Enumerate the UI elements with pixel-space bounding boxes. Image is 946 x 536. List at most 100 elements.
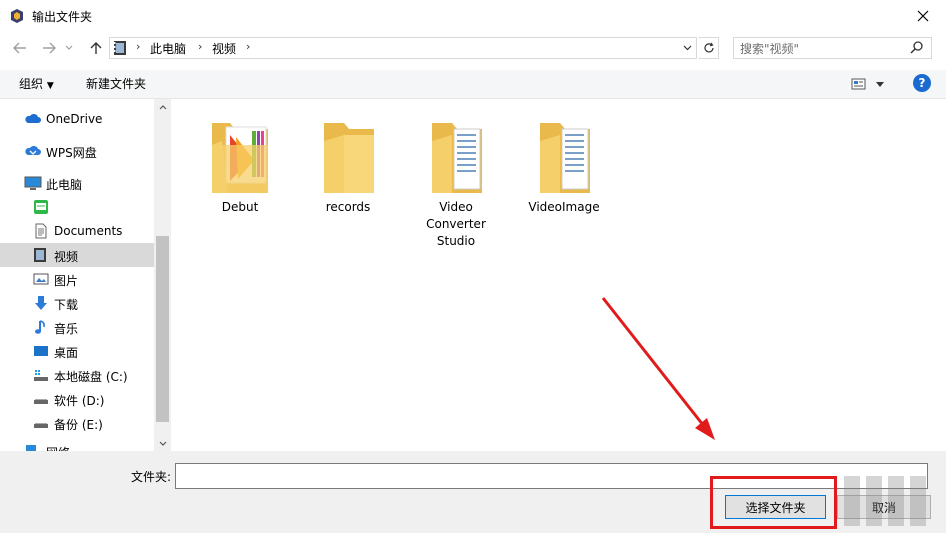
sidebar-item-label: Documents	[54, 224, 123, 238]
caret-down-icon: ▼	[46, 81, 54, 91]
scroll-down-button[interactable]	[154, 436, 171, 450]
arrow-up-icon	[90, 42, 102, 54]
wps-cloud-icon	[24, 143, 41, 159]
desktop-icon	[33, 343, 49, 359]
select-folder-button[interactable]: 选择文件夹	[725, 495, 826, 519]
sidebar-item-network[interactable]: 网络	[0, 439, 154, 451]
chevron-down-icon	[65, 45, 73, 50]
sidebar-item-videos[interactable]: 视频	[0, 243, 154, 267]
sidebar-item-drive-e[interactable]: 备份 (E:)	[0, 411, 154, 435]
red-arrow-annotation	[595, 292, 725, 444]
sidebar-item-app-folder[interactable]	[0, 195, 154, 219]
folder-item-debut[interactable]: Debut	[195, 115, 285, 216]
drive-icon	[33, 415, 49, 431]
sidebar-item-drive-d[interactable]: 软件 (D:)	[0, 387, 154, 411]
music-icon	[33, 319, 49, 335]
search-placeholder: 搜索"视频"	[740, 42, 800, 56]
sidebar-item-label: 此电脑	[46, 178, 83, 192]
cloud-icon	[24, 111, 41, 127]
folder-icon	[324, 123, 374, 193]
app-icon	[9, 8, 25, 24]
breadcrumb-separator-icon: ›	[198, 40, 203, 53]
folder-docs-icon	[432, 123, 482, 193]
sidebar-item-label: 本地磁盘 (C:)	[54, 370, 128, 384]
view-options-icon[interactable]	[851, 77, 867, 91]
app-folder-icon	[33, 199, 49, 215]
sidebar-item-label: 图片	[54, 274, 79, 288]
sidebar-item-downloads[interactable]: 下载	[0, 291, 154, 315]
folder-item-records[interactable]: records	[303, 115, 393, 216]
sidebar-item-label: OneDrive	[46, 112, 103, 126]
folder-item-videoimage[interactable]: VideoImage	[519, 115, 609, 216]
arrow-left-icon	[13, 42, 26, 54]
video-folder-icon	[113, 40, 127, 56]
sidebar-item-label: 音乐	[54, 322, 79, 336]
breadcrumb-separator-icon: ›	[136, 40, 141, 53]
sidebar-item-documents[interactable]: Documents	[0, 219, 154, 243]
breadcrumb-this-pc[interactable]: 此电脑	[150, 40, 186, 57]
folder-name-line: Studio	[436, 234, 476, 248]
sidebar-item-label: 网络	[46, 444, 70, 451]
folder-item-video-converter-studio[interactable]: Video Converter Studio	[411, 115, 501, 250]
folder-name-line: Converter	[426, 217, 486, 231]
sidebar-item-pictures[interactable]: 图片	[0, 267, 154, 291]
title-bar	[0, 0, 946, 32]
sidebar-item-desktop[interactable]: 桌面	[0, 339, 154, 363]
computer-icon	[24, 175, 42, 191]
refresh-button[interactable]	[699, 37, 719, 59]
folder-name: records	[325, 200, 371, 214]
sidebar-item-label: 下载	[54, 298, 79, 312]
sidebar-item-label: 视频	[54, 250, 79, 264]
arrow-right-icon	[43, 42, 56, 54]
folder-label: 文件夹:	[131, 470, 172, 484]
drive-c-icon	[33, 367, 49, 383]
folder-name: VideoImage	[528, 200, 600, 214]
chevron-down-icon	[683, 45, 691, 51]
document-icon	[33, 223, 49, 239]
chevron-down-icon	[159, 441, 166, 446]
breadcrumb-videos[interactable]: 视频	[212, 40, 236, 57]
video-icon	[33, 247, 49, 263]
caret-down-icon	[876, 81, 884, 87]
download-icon	[33, 295, 49, 311]
up-button[interactable]	[85, 38, 107, 58]
breadcrumb-separator-icon: ›	[246, 40, 251, 53]
new-folder-button[interactable]: 新建文件夹	[86, 75, 146, 92]
sidebar-item-label: 备份 (E:)	[54, 418, 103, 432]
sidebar-item-onedrive[interactable]: OneDrive	[0, 107, 154, 131]
view-dropdown[interactable]	[876, 77, 886, 91]
organize-button[interactable]: 组织 ▼	[19, 75, 54, 92]
file-list: Debut records Video Converter Studio Vid…	[172, 99, 946, 451]
cancel-button[interactable]: 取消	[837, 495, 931, 519]
back-button[interactable]	[9, 38, 31, 58]
folder-name: Video Converter Studio	[411, 199, 501, 250]
sidebar-item-this-pc[interactable]: 此电脑	[0, 171, 154, 195]
close-button[interactable]	[900, 0, 946, 32]
sidebar-item-label: 桌面	[54, 346, 79, 360]
organize-label: 组织	[19, 77, 44, 91]
drive-icon	[33, 391, 49, 407]
sidebar-item-wps-cloud[interactable]: WPS网盘	[0, 139, 154, 163]
sidebar-scrollbar-thumb[interactable]	[156, 236, 169, 422]
recent-dropdown[interactable]	[62, 38, 76, 58]
folder-name-line: Video	[439, 200, 473, 214]
address-dropdown[interactable]	[680, 40, 694, 56]
folder-colorful-icon	[212, 123, 268, 193]
sidebar-item-music[interactable]: 音乐	[0, 315, 154, 339]
chevron-up-icon	[159, 104, 166, 109]
help-icon[interactable]: ?	[913, 74, 931, 92]
pictures-icon	[33, 271, 49, 287]
scroll-up-button[interactable]	[154, 100, 171, 114]
refresh-icon	[703, 42, 714, 53]
navigation-pane: OneDrive WPS网盘 此电脑 Documents 视频 图片 下载 音乐…	[0, 99, 154, 451]
folder-docs-icon	[540, 123, 590, 193]
folder-name: Debut	[221, 200, 259, 214]
close-icon	[917, 10, 929, 22]
network-icon	[24, 443, 40, 451]
sidebar-item-drive-c[interactable]: 本地磁盘 (C:)	[0, 363, 154, 387]
sidebar-item-label: 软件 (D:)	[54, 394, 105, 408]
forward-button[interactable]	[38, 38, 60, 58]
search-icon[interactable]	[910, 40, 926, 56]
sidebar-item-label: WPS网盘	[46, 146, 97, 160]
window-title: 输出文件夹	[32, 10, 93, 24]
